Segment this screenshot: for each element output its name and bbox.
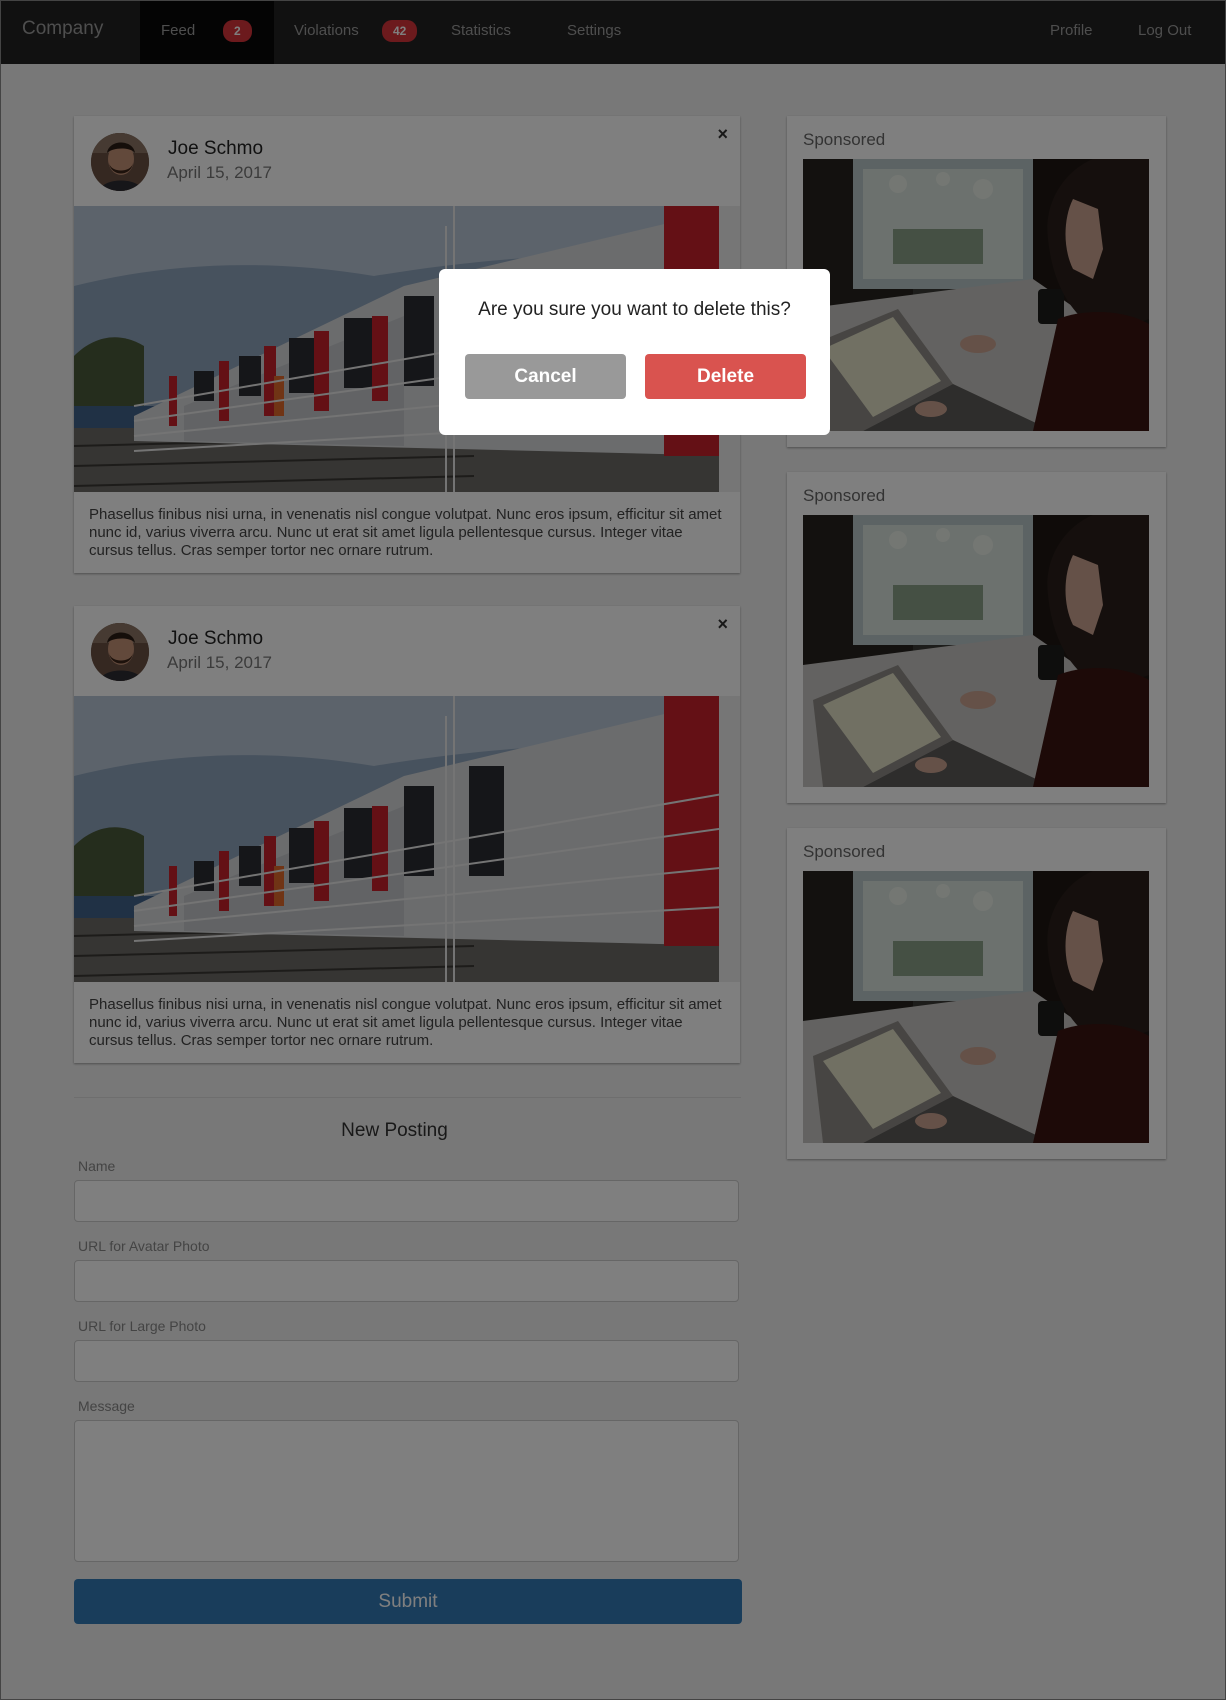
delete-confirm-dialog: Are you sure you want to delete this? Ca…: [439, 269, 830, 435]
modal-backdrop[interactable]: [0, 0, 1226, 1700]
dialog-message: Are you sure you want to delete this?: [478, 299, 791, 320]
cancel-button[interactable]: Cancel: [465, 354, 626, 399]
delete-button[interactable]: Delete: [645, 354, 806, 399]
